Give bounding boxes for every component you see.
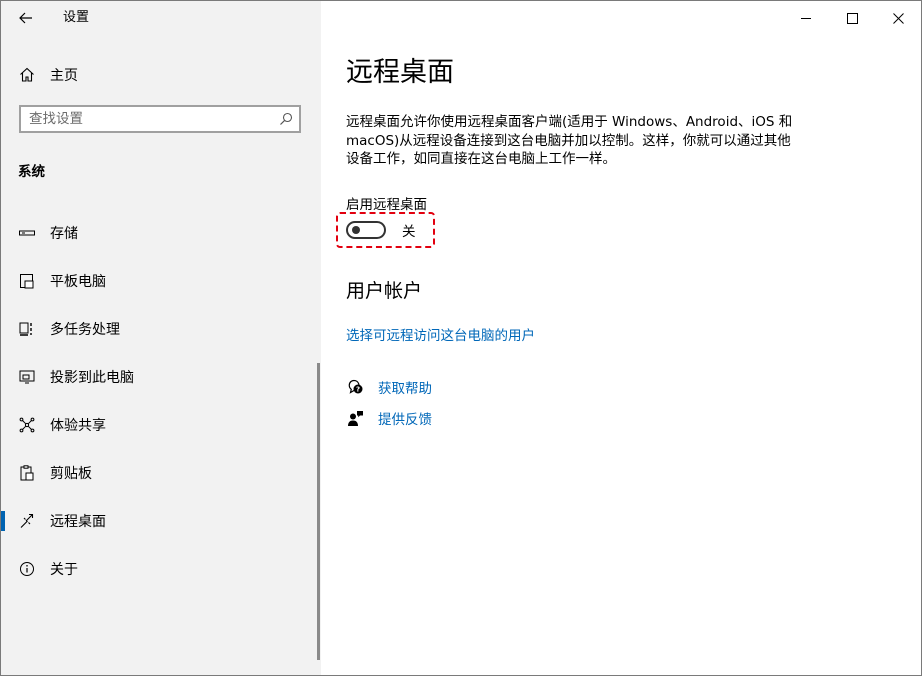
sidebar-item-storage[interactable]: 存储 <box>1 209 321 257</box>
shared-experiences-icon <box>18 416 36 434</box>
settings-window: 设置 主页 系统 <box>0 0 922 676</box>
maximize-button[interactable] <box>829 1 875 35</box>
remote-desktop-icon <box>18 512 36 530</box>
sidebar-item-home[interactable]: 主页 <box>1 61 321 89</box>
toggle-state-text: 关 <box>402 224 416 240</box>
sidebar-item-tablet[interactable]: 平板电脑 <box>1 257 321 305</box>
sidebar-item-remote-desktop[interactable]: 远程桌面 <box>1 497 321 545</box>
home-label: 主页 <box>50 68 78 84</box>
tablet-icon <box>18 272 36 290</box>
get-help-row[interactable]: ? 获取帮助 <box>346 377 432 397</box>
maximize-icon <box>846 12 858 24</box>
search-box <box>19 105 301 133</box>
help-chat-icon: ? <box>346 378 364 396</box>
close-button[interactable] <box>875 1 921 35</box>
sidebar-item-multitasking[interactable]: 多任务处理 <box>1 305 321 353</box>
nav-list: 存储 平板电脑 多任务处理 投影到此电脑 体验共享 剪贴板 远程桌面 关于 <box>1 209 321 593</box>
page-title: 远程桌面 <box>346 57 454 88</box>
sidebar-item-label: 平板电脑 <box>50 274 106 290</box>
feedback-link[interactable]: 提供反馈 <box>378 408 432 428</box>
back-arrow-icon <box>19 12 32 24</box>
info-icon <box>18 560 36 578</box>
window-controls <box>783 1 921 35</box>
get-help-link[interactable]: 获取帮助 <box>378 377 432 397</box>
svg-text:?: ? <box>355 386 359 394</box>
toggle-knob <box>352 226 360 234</box>
search-input[interactable] <box>21 107 279 131</box>
toggle-label: 启用远程桌面 <box>346 197 427 213</box>
sidebar-item-shared-experiences[interactable]: 体验共享 <box>1 401 321 449</box>
sidebar-scrollbar[interactable] <box>317 363 320 660</box>
sidebar-item-about[interactable]: 关于 <box>1 545 321 593</box>
sidebar-item-label: 投影到此电脑 <box>50 370 134 386</box>
sidebar-item-label: 多任务处理 <box>50 322 120 338</box>
multitasking-icon <box>18 320 36 338</box>
sidebar-item-label: 体验共享 <box>50 418 106 434</box>
close-icon <box>892 12 904 24</box>
page-description: 远程桌面允许你使用远程桌面客户端(适用于 Windows、Android、iOS… <box>346 114 793 167</box>
toggle-switch[interactable] <box>346 221 386 239</box>
sidebar-item-label: 剪贴板 <box>50 466 92 482</box>
sidebar-item-clipboard[interactable]: 剪贴板 <box>1 449 321 497</box>
sidebar-item-label: 远程桌面 <box>50 514 106 530</box>
section-title: 系统 <box>18 164 45 180</box>
app-title: 设置 <box>63 10 90 25</box>
remote-desktop-toggle[interactable]: 关 <box>346 220 416 240</box>
feedback-icon <box>346 409 364 427</box>
minimize-button[interactable] <box>783 1 829 35</box>
sidebar-item-projecting[interactable]: 投影到此电脑 <box>1 353 321 401</box>
projecting-icon <box>18 368 36 386</box>
sidebar-item-label: 存储 <box>50 226 78 242</box>
sidebar-item-label: 关于 <box>50 562 78 578</box>
minimize-icon <box>800 17 811 19</box>
clipboard-icon <box>18 464 36 482</box>
content-pane: 远程桌面 远程桌面允许你使用远程桌面客户端(适用于 Windows、Androi… <box>321 1 921 675</box>
storage-icon <box>18 224 36 242</box>
back-button[interactable] <box>11 5 41 31</box>
feedback-row[interactable]: 提供反馈 <box>346 408 432 428</box>
sidebar: 设置 主页 系统 <box>1 1 321 675</box>
select-users-link[interactable]: 选择可远程访问这台电脑的用户 <box>346 324 535 344</box>
search-icon[interactable] <box>277 110 295 128</box>
home-icon <box>18 66 36 84</box>
user-accounts-heading: 用户帐户 <box>346 280 423 302</box>
